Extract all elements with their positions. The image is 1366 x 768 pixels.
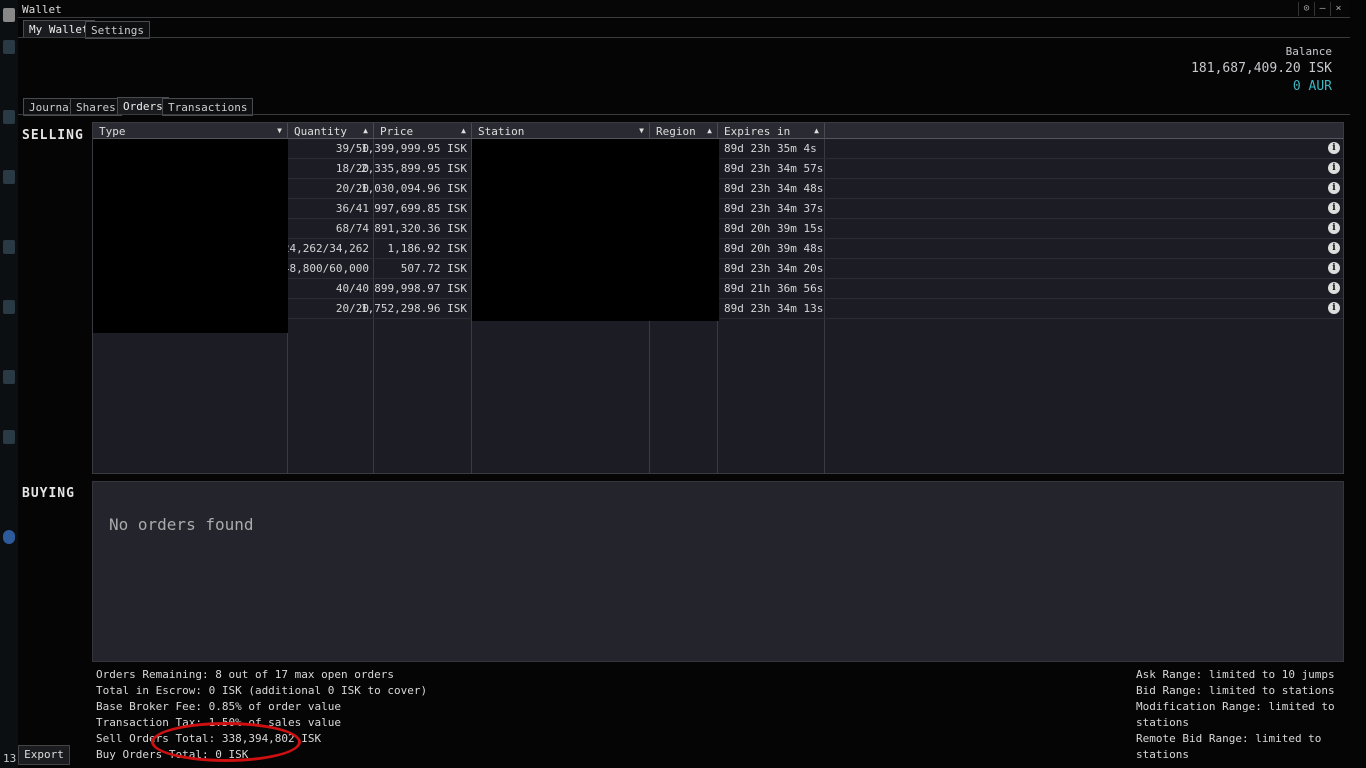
buying-orders-panel: No orders found	[92, 481, 1344, 662]
column-header-type[interactable]: Type ▼	[93, 123, 288, 139]
expires-cell: 89d 20h 39m 15s	[724, 222, 824, 235]
sidebar-app-icon[interactable]	[3, 40, 15, 54]
no-orders-message: No orders found	[109, 515, 254, 534]
expires-cell: 89d 23h 34m 13s	[724, 302, 824, 315]
neocom-sidebar	[0, 0, 18, 768]
minimize-button[interactable]: –	[1314, 2, 1330, 16]
quantity-cell: 40/40	[335, 282, 369, 295]
total-escrow: Total in Escrow: 0 ISK (additional 0 ISK…	[96, 684, 428, 697]
expires-cell: 89d 23h 34m 20s	[724, 262, 824, 275]
info-icon[interactable]: i	[1328, 222, 1340, 234]
info-icon[interactable]: i	[1328, 242, 1340, 254]
sort-down-icon: ▼	[639, 126, 644, 135]
sidebar-app-icon[interactable]	[3, 370, 15, 384]
price-cell: 1,030,094.96 ISK	[361, 182, 467, 195]
header-label: Station	[478, 125, 525, 138]
selling-heading: SELLING	[22, 128, 84, 143]
bid-range: Bid Range: limited to stations	[1136, 684, 1335, 697]
menu-icon[interactable]	[3, 8, 15, 22]
header-label: Region	[656, 125, 696, 138]
sort-down-icon: ▼	[277, 126, 282, 135]
window-title: Wallet	[22, 3, 62, 16]
info-icon[interactable]: i	[1328, 162, 1340, 174]
info-icon[interactable]: i	[1328, 262, 1340, 274]
expires-cell: 89d 23h 34m 48s	[724, 182, 824, 195]
sort-up-icon: ▲	[461, 126, 466, 135]
price-cell: 1,752,298.96 ISK	[361, 302, 467, 315]
info-icon[interactable]: i	[1328, 202, 1340, 214]
selling-orders-table: Type ▼ Quantity ▲ Price ▲ Station ▼ Region ▲ …	[92, 122, 1344, 474]
close-button[interactable]: ×	[1330, 2, 1346, 16]
sort-up-icon: ▲	[707, 126, 712, 135]
tab-my-wallet[interactable]: My Wallet	[23, 20, 95, 38]
sidebar-app-icon[interactable]	[3, 170, 15, 184]
orders-remaining: Orders Remaining: 8 out of 17 max open o…	[96, 668, 395, 681]
quantity-cell: 48,800/60,000	[282, 262, 369, 275]
sidebar-app-icon[interactable]	[3, 300, 15, 314]
info-icon[interactable]: i	[1328, 302, 1340, 314]
quantity-cell: 24,262/34,262	[282, 242, 369, 255]
window-titlebar[interactable]: Wallet ⊙ – ×	[18, 0, 1350, 18]
window-settings-button[interactable]: ⊙	[1298, 2, 1314, 16]
red-highlight-annotation	[151, 722, 301, 762]
price-cell: 899,998.97 ISK	[374, 282, 467, 295]
sidebar-app-icon[interactable]	[3, 530, 15, 544]
balance-label: Balance	[1285, 45, 1332, 58]
column-header-expires[interactable]: Expires in ▲	[718, 123, 825, 139]
info-icon[interactable]: i	[1328, 142, 1340, 154]
redacted-type-column	[93, 139, 288, 333]
tab-orders[interactable]: Orders	[117, 97, 169, 115]
expires-cell: 89d 23h 34m 37s	[724, 202, 824, 215]
export-button[interactable]: Export	[18, 745, 70, 765]
price-cell: 507.72 ISK	[400, 262, 467, 275]
column-header-station[interactable]: Station ▼	[472, 123, 650, 139]
expires-cell: 89d 23h 35m 4s	[724, 142, 817, 155]
balance-isk: 181,687,409.20 ISK	[1191, 61, 1332, 76]
price-cell: 1,399,999.95 ISK	[361, 142, 467, 155]
header-label: Quantity	[294, 125, 347, 138]
price-cell: 1,186.92 ISK	[387, 242, 467, 255]
price-cell: 997,699.85 ISK	[374, 202, 467, 215]
column-header-price[interactable]: Price ▲	[374, 123, 472, 139]
corner-number: 13	[3, 752, 17, 765]
range-summary: Ask Range: limited to 10 jumps Bid Range…	[1136, 667, 1366, 763]
price-cell: 891,320.36 ISK	[374, 222, 467, 235]
ask-range: Ask Range: limited to 10 jumps	[1136, 668, 1335, 681]
sort-up-icon: ▲	[363, 126, 368, 135]
sort-up-icon: ▲	[814, 126, 819, 135]
header-label: Expires in	[724, 125, 791, 138]
redacted-station-region-columns	[472, 139, 719, 321]
sidebar-app-icon[interactable]	[3, 240, 15, 254]
header-label: Price	[380, 125, 414, 138]
sidebar-app-icon[interactable]	[3, 430, 15, 444]
info-icon[interactable]: i	[1328, 182, 1340, 194]
quantity-cell: 68/74	[335, 222, 369, 235]
balance-aur: 0 AUR	[1292, 79, 1332, 94]
buying-heading: BUYING	[22, 486, 75, 501]
expires-cell: 89d 23h 34m 57s	[724, 162, 824, 175]
broker-fee: Base Broker Fee: 0.85% of order value	[96, 700, 342, 713]
modification-range: Modification Range: limited to stations	[1136, 700, 1335, 729]
expires-cell: 89d 20h 39m 48s	[724, 242, 824, 255]
price-cell: 2,335,899.95 ISK	[361, 162, 467, 175]
column-header-region[interactable]: Region ▲	[650, 123, 718, 139]
column-header-empty	[825, 123, 1343, 139]
column-header-quantity[interactable]: Quantity ▲	[288, 123, 374, 139]
quantity-cell: 36/41	[335, 202, 369, 215]
header-label: Type	[99, 125, 126, 138]
remote-bid-range: Remote Bid Range: limited to stations	[1136, 732, 1322, 761]
expires-cell: 89d 21h 36m 56s	[724, 282, 824, 295]
sidebar-app-icon[interactable]	[3, 110, 15, 124]
info-icon[interactable]: i	[1328, 282, 1340, 294]
